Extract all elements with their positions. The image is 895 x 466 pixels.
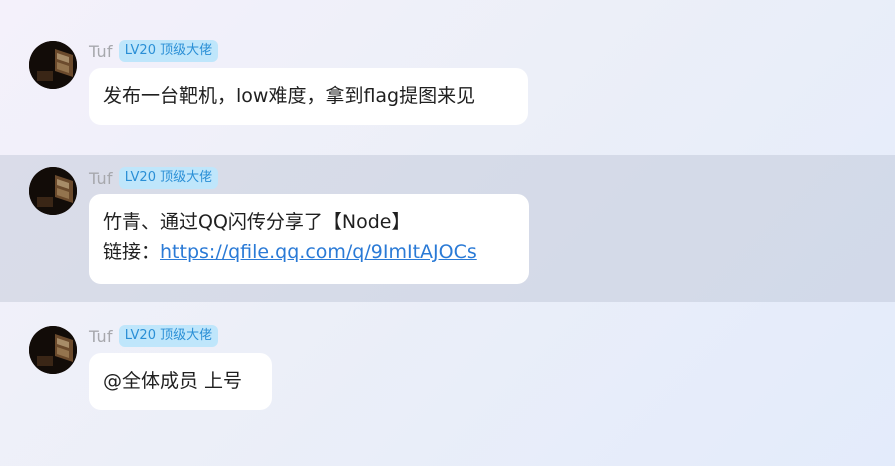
- message-meta: Tuf LV20 顶级大佬: [89, 40, 219, 62]
- chat-message: Tuf LV20 顶级大佬 竹青、通过QQ闪传分享了【Node】 链接：http…: [0, 155, 895, 302]
- sender-name[interactable]: Tuf: [89, 169, 113, 188]
- level-badge: LV20 顶级大佬: [118, 40, 219, 62]
- avatar-image-icon: [29, 167, 77, 215]
- user-avatar[interactable]: [29, 326, 77, 374]
- level-badge: LV20 顶级大佬: [118, 167, 219, 189]
- message-text: 竹青、通过QQ闪传分享了【Node】: [103, 211, 411, 233]
- message-text: @全体成员 上号: [103, 370, 243, 392]
- user-avatar[interactable]: [29, 41, 77, 89]
- sender-name[interactable]: Tuf: [89, 327, 113, 346]
- chat-message: Tuf LV20 顶级大佬 @全体成员 上号: [0, 302, 895, 466]
- message-meta: Tuf LV20 顶级大佬: [89, 167, 219, 189]
- share-link[interactable]: https://qfile.qq.com/q/9ImItAJOCs: [160, 241, 477, 263]
- avatar-image-icon: [29, 326, 77, 374]
- message-bubble[interactable]: @全体成员 上号: [89, 353, 272, 410]
- message-text: 发布一台靶机，low难度，拿到flag提图来见: [103, 85, 476, 107]
- message-bubble[interactable]: 发布一台靶机，low难度，拿到flag提图来见: [89, 68, 528, 125]
- message-bubble[interactable]: 竹青、通过QQ闪传分享了【Node】 链接：https://qfile.qq.c…: [89, 194, 529, 284]
- level-badge: LV20 顶级大佬: [118, 325, 219, 347]
- link-prefix: 链接：: [103, 241, 161, 263]
- avatar-image-icon: [29, 41, 77, 89]
- message-link-line: 链接：https://qfile.qq.com/q/9ImItAJOCs: [103, 237, 515, 267]
- sender-name[interactable]: Tuf: [89, 42, 113, 61]
- message-meta: Tuf LV20 顶级大佬: [89, 325, 219, 347]
- chat-message: Tuf LV20 顶级大佬 发布一台靶机，low难度，拿到flag提图来见: [0, 0, 895, 155]
- user-avatar[interactable]: [29, 167, 77, 215]
